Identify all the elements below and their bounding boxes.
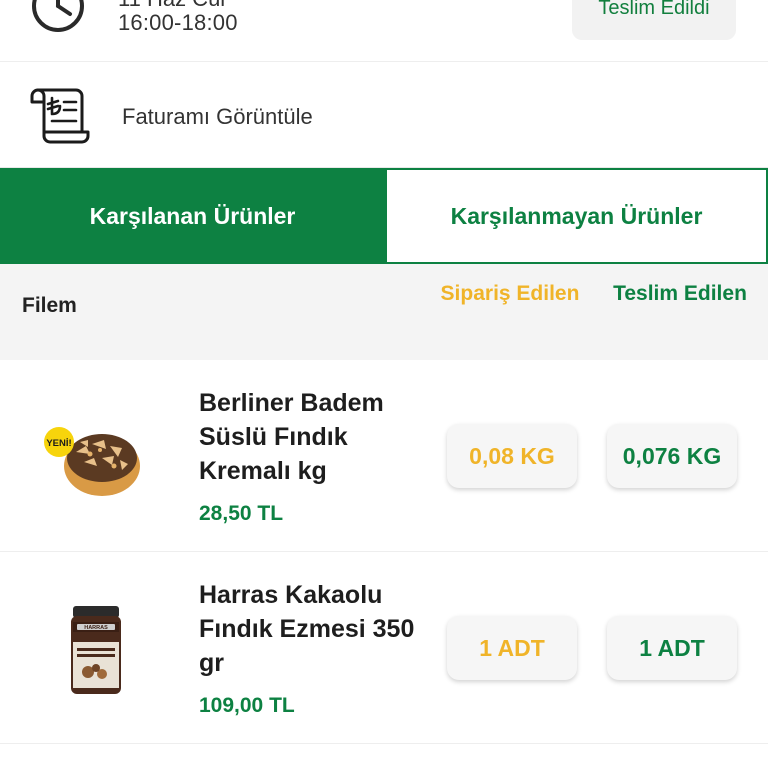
products-table-header: Filem Sipariş Edilen Teslim Edilen bbox=[0, 264, 768, 360]
product-row[interactable]: HARRAS Harras Kakaolu Fındık Ezmesi 350 … bbox=[0, 552, 768, 744]
product-column-header: Filem bbox=[22, 294, 77, 317]
product-price: 28,50 TL bbox=[199, 502, 284, 525]
ordered-quantity: 0,08 KG bbox=[447, 424, 577, 488]
ordered-quantity: 1 ADT bbox=[447, 616, 577, 680]
product-row[interactable]: YENİ! Berliner Badem Süslü Fındık Kremal… bbox=[0, 360, 768, 552]
clock-icon bbox=[32, 0, 84, 32]
invoice-icon bbox=[30, 88, 90, 144]
delivered-quantity: 0,076 KG bbox=[607, 424, 737, 488]
product-name: Berliner Badem Süslü Fındık Kremalı kg bbox=[199, 389, 384, 485]
delivery-time-slot: 16:00-18:00 bbox=[118, 10, 238, 35]
new-badge-text: YENİ! bbox=[46, 438, 71, 449]
view-invoice-label[interactable]: Faturamı Görüntüle bbox=[122, 104, 313, 130]
product-name: Harras Kakaolu Fındık Ezmesi 350 gr bbox=[199, 581, 415, 677]
delivery-slot-row: 11 Haz Cui 16:00-18:00 Teslim Edildi bbox=[0, 0, 768, 62]
delivery-status-badge: Teslim Edildi bbox=[572, 0, 736, 40]
delivered-quantity: 1 ADT bbox=[607, 616, 737, 680]
product-image-jar: HARRAS bbox=[71, 606, 121, 694]
tab-unfulfilled-products[interactable]: Karşılanmayan Ürünler bbox=[385, 168, 768, 264]
view-invoice-row[interactable]: Faturamı Görüntüle bbox=[0, 62, 768, 168]
jar-label-text: HARRAS bbox=[84, 625, 108, 631]
ordered-column-header: Sipariş Edilen bbox=[440, 282, 580, 305]
tab-fulfilled-products[interactable]: Karşılanan Ürünler bbox=[0, 168, 385, 264]
product-price: 109,00 TL bbox=[199, 694, 295, 717]
product-image-donut: YENİ! bbox=[44, 427, 140, 496]
fulfillment-tabs: Karşılanan Ürünler Karşılanmayan Ürünler bbox=[0, 168, 768, 264]
delivered-column-header: Teslim Edilen bbox=[613, 282, 747, 305]
